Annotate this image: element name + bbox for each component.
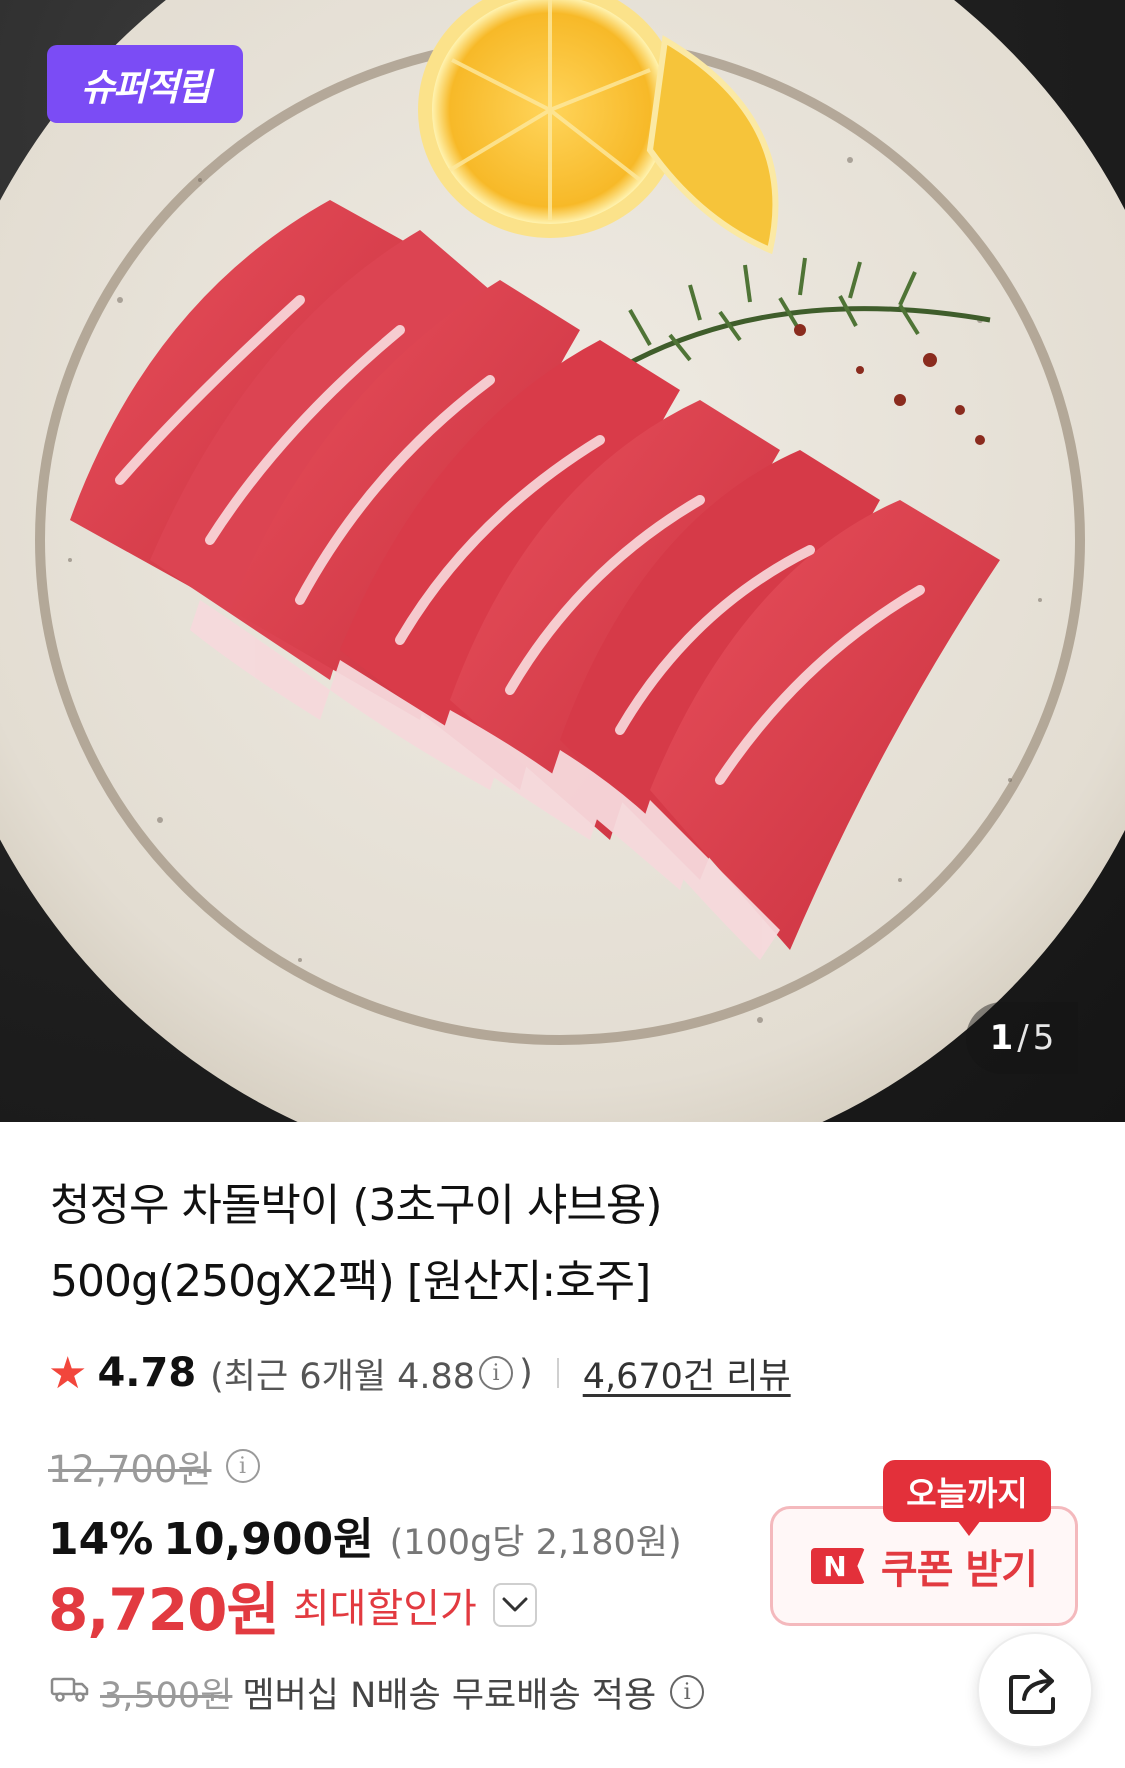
product-image[interactable]: 슈퍼적립 1 / 5 <box>0 0 1125 1122</box>
star-icon: ★ <box>48 1347 88 1399</box>
original-price-row: 12,700원 i <box>48 1440 260 1492</box>
naver-n-icon: N <box>810 1548 865 1584</box>
product-title: 청정우 차돌박이 (3초구이 샤브용) 500g(250gX2팩) [원산지:호… <box>50 1168 1070 1320</box>
divider <box>556 1358 559 1388</box>
price-info-icon[interactable]: i <box>225 1449 260 1483</box>
max-discount-price: 8,720원 <box>48 1576 280 1644</box>
max-discount-row[interactable]: 8,720원 최대할인가 <box>48 1568 537 1644</box>
original-shipping-fee: 3,500원 <box>100 1675 233 1716</box>
product-title-line1: 청정우 차돌박이 (3초구이 샤브용) <box>50 1180 663 1231</box>
recent-rating-close: ) <box>519 1353 533 1393</box>
share-icon <box>1009 1669 1055 1714</box>
sale-price-row: 14% 10,900원 (100g당 2,180원) <box>48 1503 682 1565</box>
shipping-info-icon[interactable]: i <box>670 1675 705 1709</box>
info-icon[interactable]: i <box>479 1356 514 1390</box>
rating-row: ★ 4.78 (최근 6개월 4.88 i ) 4,670건 리뷰 <box>48 1345 791 1401</box>
product-photo <box>0 0 1125 1122</box>
share-button[interactable] <box>977 1632 1093 1748</box>
recent-rating: (최근 6개월 4.88 <box>210 1356 476 1397</box>
sale-price: 10,900원 <box>163 1514 374 1565</box>
discount-percent: 14% <box>48 1514 154 1565</box>
truck-icon <box>50 1672 90 1712</box>
shipping-text: 멤버십 N배송 무료배송 적용 <box>242 1675 657 1716</box>
chevron-down-icon[interactable] <box>492 1583 537 1627</box>
image-counter-separator: / <box>1017 1018 1029 1058</box>
rating-value: 4.78 <box>97 1350 197 1396</box>
original-price: 12,700원 <box>48 1448 212 1491</box>
image-counter-current: 1 <box>989 1018 1014 1058</box>
review-count-link[interactable]: 4,670건 리뷰 <box>583 1348 791 1399</box>
today-only-tag: 오늘까지 <box>883 1460 1051 1536</box>
product-title-line2: 500g(250gX2팩) [원산지:호주] <box>50 1256 651 1307</box>
coupon-label: 쿠폰 받기 <box>880 1547 1038 1593</box>
shipping-row: 3,500원 멤버십 N배송 무료배송 적용 i <box>50 1662 705 1722</box>
coupon-button[interactable]: N 쿠폰 받기 <box>770 1506 1078 1626</box>
image-counter-total: 5 <box>1032 1018 1055 1058</box>
super-reward-badge: 슈퍼적립 <box>47 45 243 123</box>
image-counter: 1 / 5 <box>966 1002 1078 1074</box>
unit-price: (100g당 2,180원) <box>389 1523 682 1563</box>
max-discount-label: 최대할인가 <box>292 1586 477 1632</box>
